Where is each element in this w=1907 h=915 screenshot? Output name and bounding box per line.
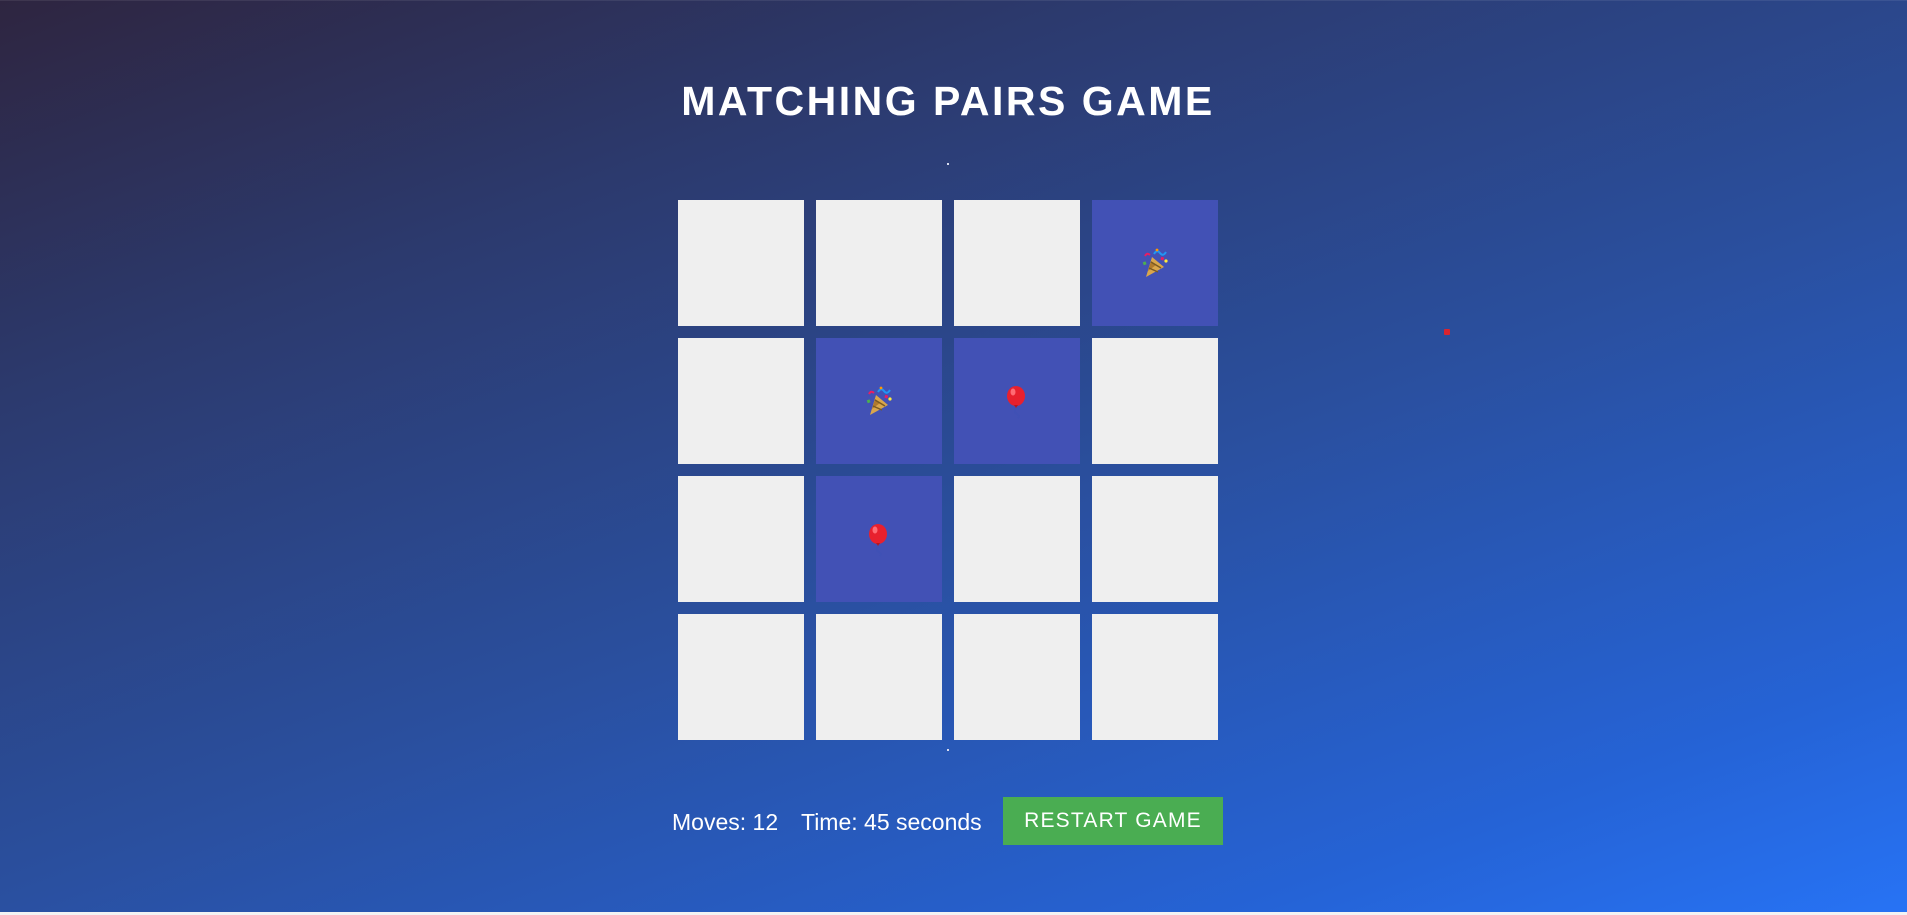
card-3-1[interactable] [678,476,804,602]
card-1-2[interactable] [816,200,942,326]
confetti-particle [1444,329,1450,335]
card-2-4[interactable] [1092,338,1218,464]
party-popper-icon [861,383,897,419]
card-grid [678,200,1218,740]
game-title: MATCHING PAIRS GAME [681,78,1215,124]
balloon-icon [999,383,1035,419]
card-2-3[interactable] [954,338,1080,464]
card-3-4[interactable] [1092,476,1218,602]
card-1-3[interactable] [954,200,1080,326]
card-4-3[interactable] [954,614,1080,740]
time-counter: Time: 45 seconds [801,809,982,835]
moves-counter: Moves: 12 [672,809,779,835]
balloon-icon [861,521,897,557]
card-3-2[interactable] [816,476,942,602]
card-4-4[interactable] [1092,614,1218,740]
party-popper-icon [1137,245,1173,281]
confetti-particle [947,163,949,165]
game-controls: Moves: 12 Time: 45 seconds RESTART GAME [0,797,1907,845]
card-1-1[interactable] [678,200,804,326]
restart-button[interactable]: RESTART GAME [1003,797,1223,845]
card-2-2[interactable] [816,338,942,464]
card-1-4[interactable] [1092,200,1218,326]
card-2-1[interactable] [678,338,804,464]
card-4-1[interactable] [678,614,804,740]
card-4-2[interactable] [816,614,942,740]
confetti-particle [947,749,949,751]
card-3-3[interactable] [954,476,1080,602]
